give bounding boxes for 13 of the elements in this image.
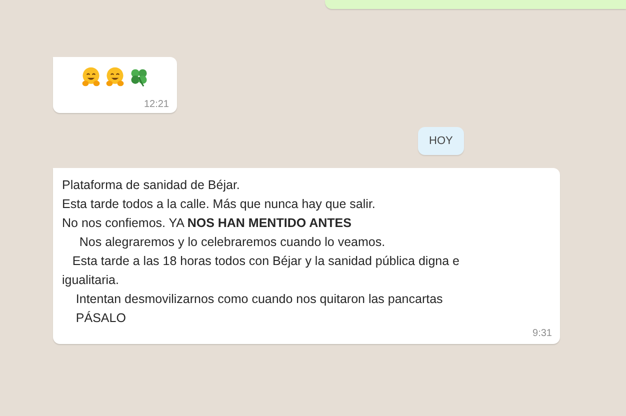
date-label: HOY [418,127,464,155]
message-text: PÁSALO [74,310,127,327]
clover-icon [128,66,150,88]
message-time: 12:21 [144,99,169,110]
message-text: Esta tarde todos a la calle. Más que nunca hay que salir. [62,196,376,213]
message-text: Intentan desmovilizarnos como cuando nos quitaron las pancartas [74,291,444,308]
hugging-face-icon [104,66,126,88]
message-text: Nos alegraremos y lo celebraremos cuando lo veamos. [78,234,386,251]
message-time: 9:31 [532,328,552,339]
message-text: Plataforma de sanidad de Béjar. [62,177,241,194]
message-text: No nos confiemos. YA NOS HAN MENTIDO ANTES [62,215,352,232]
hugging-face-icon [80,66,102,88]
message-text: Esta tarde a las 18 horas todos con Béjar y la sanidad pública digna e igualitaria. [62,253,460,289]
